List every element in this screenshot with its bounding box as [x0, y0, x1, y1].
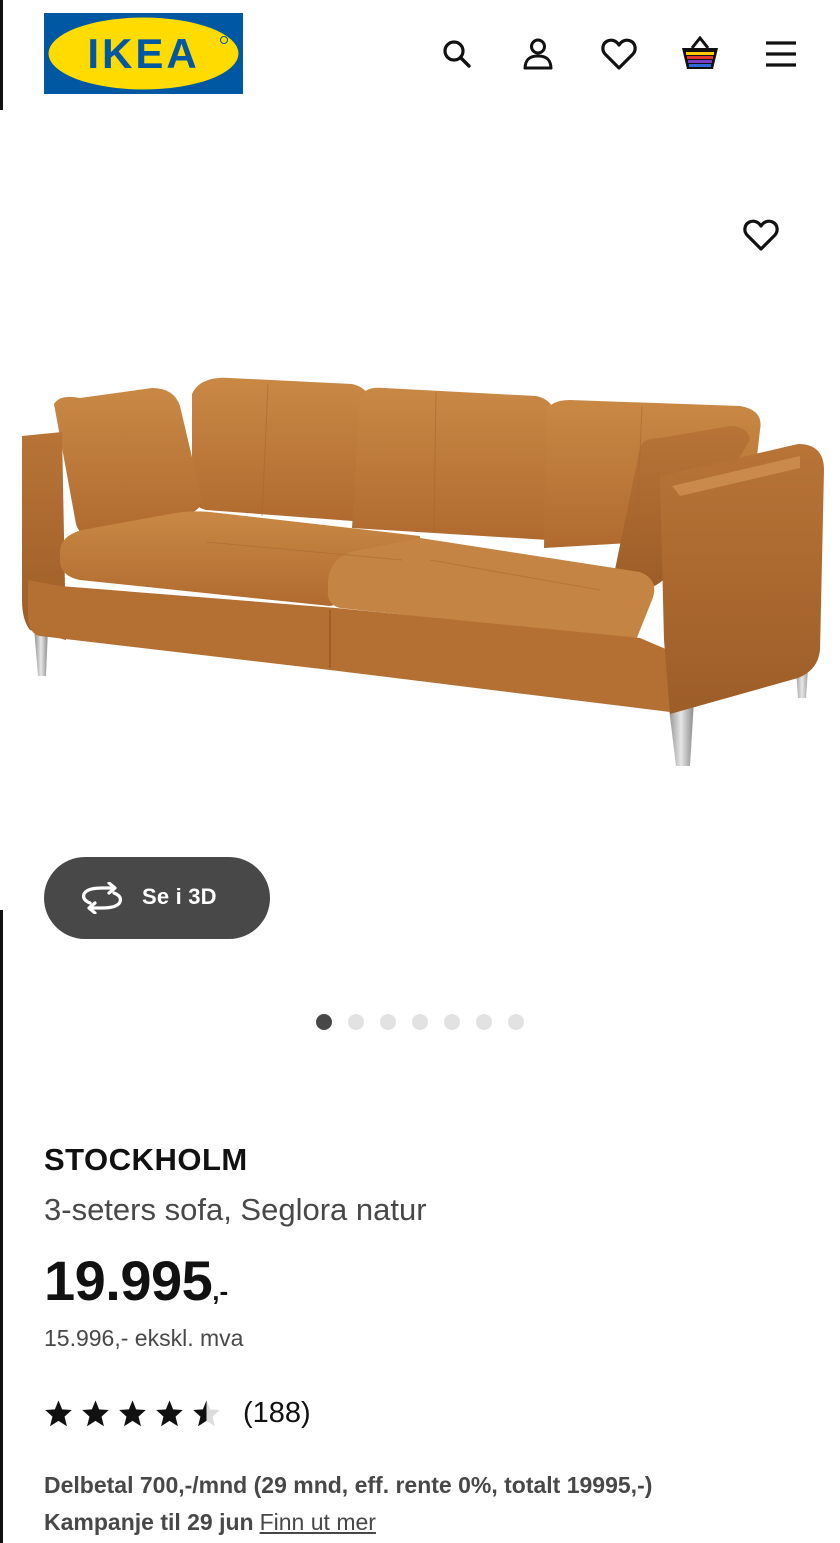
carousel-dot[interactable]: [380, 1014, 396, 1030]
carousel-dot[interactable]: [412, 1014, 428, 1030]
product-rating[interactable]: (188): [44, 1396, 311, 1430]
rating-stars: [44, 1399, 221, 1427]
view-in-3d-label: Se i 3D: [142, 884, 217, 909]
review-count: (188): [243, 1396, 311, 1429]
star-full-icon: [45, 1400, 72, 1427]
rotate-3d-icon: [82, 882, 122, 914]
price-suffix: ,-: [212, 1276, 229, 1306]
carousel-dot[interactable]: [508, 1014, 524, 1030]
carousel-dot[interactable]: [348, 1014, 364, 1030]
carousel-dot[interactable]: [476, 1014, 492, 1030]
view-in-3d-button[interactable]: Se i 3D: [44, 857, 270, 939]
product-name: STOCKHOLM: [44, 1142, 248, 1177]
basket-icon[interactable]: [679, 33, 721, 75]
learn-more-link[interactable]: Finn ut mer: [260, 1509, 376, 1535]
star-half-icon: [193, 1400, 220, 1427]
image-carousel-dots: [316, 1014, 524, 1032]
campaign-text: Kampanje til 29 jun: [44, 1509, 254, 1535]
product-image-sofa[interactable]: [0, 110, 840, 910]
carousel-dot[interactable]: [444, 1014, 460, 1030]
product-description: 3-seters sofa, Seglora natur: [44, 1192, 427, 1227]
ikea-logo[interactable]: IKEA: [44, 13, 243, 94]
product-price: 19.995,-: [44, 1248, 228, 1313]
price-excl-vat: 15.996,- ekskl. mva: [44, 1325, 244, 1351]
star-full-icon: [156, 1400, 183, 1427]
price-amount: 19.995: [44, 1249, 213, 1312]
star-full-icon: [119, 1400, 146, 1427]
user-icon[interactable]: [517, 33, 559, 75]
star-full-icon: [82, 1400, 109, 1427]
campaign-info: Kampanje til 29 jun Finn ut mer: [44, 1509, 376, 1536]
heart-icon[interactable]: [598, 33, 640, 75]
financing-info: Delbetal 700,-/mnd (29 mnd, eff. rente 0…: [44, 1472, 653, 1498]
add-to-favorites-icon[interactable]: [738, 212, 784, 258]
search-icon[interactable]: [436, 33, 478, 75]
carousel-dot[interactable]: [316, 1014, 332, 1030]
menu-icon[interactable]: [760, 33, 802, 75]
svg-text:IKEA: IKEA: [87, 30, 199, 77]
top-header: IKEA: [0, 0, 840, 110]
